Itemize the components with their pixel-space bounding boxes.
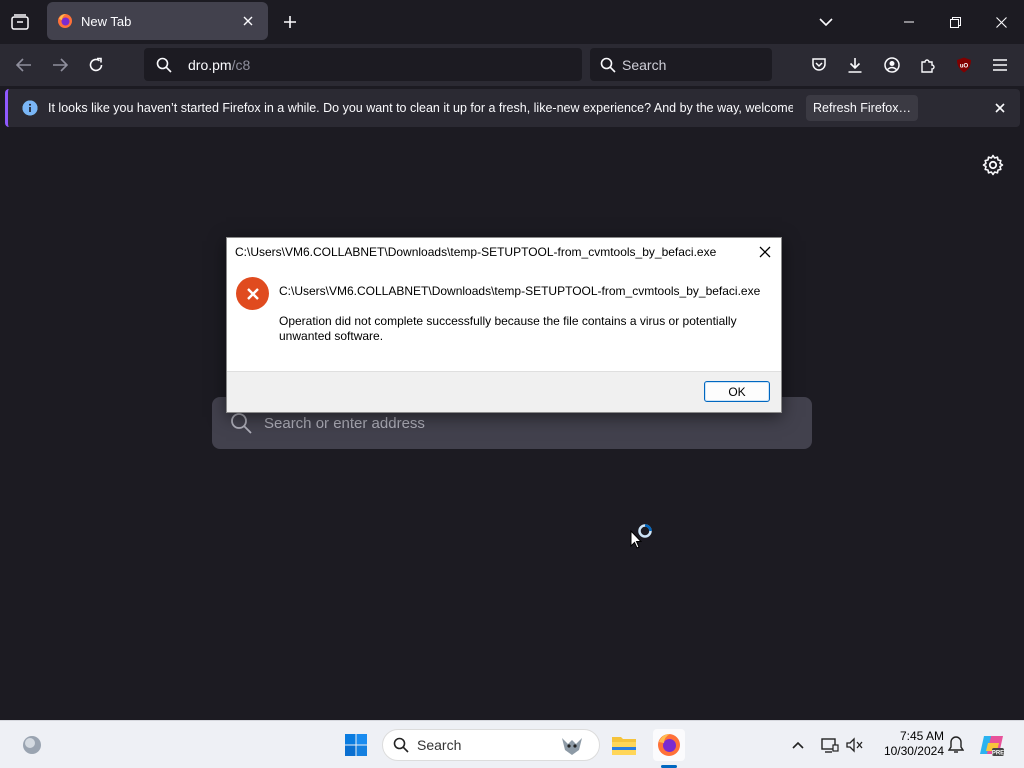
account-button[interactable]	[875, 48, 909, 82]
ublock-origin-button[interactable]: uO	[947, 48, 981, 82]
arrow-left-icon	[16, 58, 31, 72]
restore-button[interactable]	[932, 0, 978, 44]
tab-strip: New Tab	[0, 0, 1024, 44]
tab-title: New Tab	[81, 13, 132, 29]
search-icon	[156, 57, 172, 73]
error-icon	[236, 277, 269, 310]
search-bar[interactable]: Search	[590, 48, 772, 81]
file-explorer-button[interactable]	[608, 729, 640, 761]
gear-icon[interactable]	[981, 153, 1005, 177]
show-hidden-icons-button[interactable]	[782, 729, 814, 761]
taskbar-search-box[interactable]: Search	[382, 729, 600, 761]
minimize-icon	[904, 21, 914, 23]
reload-button[interactable]	[79, 48, 113, 82]
search-bar-placeholder: Search	[622, 56, 667, 73]
account-icon	[884, 57, 900, 73]
info-icon	[22, 100, 38, 116]
tab-new-tab[interactable]: New Tab	[47, 2, 268, 40]
dialog-file-path: C:\Users\VM6.COLLABNET\Downloads\temp-SE…	[279, 284, 761, 298]
url-host: dro.pm	[188, 56, 232, 73]
hamburger-icon	[993, 59, 1007, 71]
dialog-close-button[interactable]	[753, 241, 777, 263]
copilot-icon: PRE	[980, 736, 1004, 757]
clock-time: 7:45 AM	[899, 729, 944, 743]
bell-icon	[948, 736, 964, 753]
dialog-footer: OK	[227, 371, 781, 412]
downloads-button[interactable]	[838, 48, 872, 82]
close-icon	[995, 16, 1007, 28]
pocket-icon	[812, 58, 826, 71]
display-icon	[821, 738, 839, 753]
error-dialog: C:\Users\VM6.COLLABNET\Downloads\temp-SE…	[226, 237, 782, 413]
copilot-button[interactable]: PRE	[976, 729, 1008, 761]
system-clock[interactable]: 7:45 AM 10/30/2024	[872, 729, 944, 759]
firefox-icon	[58, 14, 72, 28]
svg-text:PRE: PRE	[992, 751, 1004, 757]
windows-logo-icon	[345, 734, 367, 756]
pocket-button[interactable]	[802, 48, 836, 82]
loading-ring-icon	[638, 524, 652, 538]
newtab-search-placeholder: Search or enter address	[264, 414, 425, 432]
refresh-firefox-notification: It looks like you haven’t started Firefo…	[5, 89, 1020, 127]
firefox-icon	[658, 734, 680, 756]
close-icon	[759, 246, 771, 258]
url-path: /c8	[231, 56, 251, 73]
close-notification-icon[interactable]	[992, 100, 1008, 116]
start-button[interactable]	[340, 729, 372, 761]
speaker-muted-icon	[846, 737, 863, 753]
forward-button[interactable]	[43, 48, 77, 82]
plus-icon	[284, 16, 296, 28]
search-icon	[600, 57, 616, 73]
chevron-down-icon	[819, 18, 833, 26]
close-window-button[interactable]	[978, 0, 1024, 44]
tab-list-icon	[11, 14, 29, 30]
search-icon	[231, 413, 252, 434]
arrow-right-icon	[53, 58, 68, 72]
search-icon	[393, 737, 409, 753]
reload-icon	[89, 57, 103, 72]
minimize-button[interactable]	[886, 0, 932, 44]
app-menu-button[interactable]	[983, 48, 1017, 82]
tab-overflow-button[interactable]	[809, 5, 843, 39]
close-tab-button[interactable]	[238, 11, 258, 31]
back-button[interactable]	[7, 48, 41, 82]
url-text: dro.pm/c8	[188, 57, 250, 73]
ok-button[interactable]: OK	[704, 381, 770, 402]
close-icon	[243, 16, 253, 26]
weather-icon	[23, 736, 41, 754]
x-mark-icon	[246, 287, 259, 300]
folder-icon	[612, 737, 636, 755]
search-highlight-icon	[562, 738, 582, 755]
refresh-firefox-button[interactable]: Refresh Firefox…	[806, 95, 918, 121]
dialog-message: Operation did not complete successfully …	[279, 314, 737, 343]
widgets-button[interactable]	[16, 729, 48, 761]
extensions-button[interactable]	[911, 48, 945, 82]
new-tab-button[interactable]	[273, 5, 307, 39]
chevron-up-icon	[792, 741, 804, 749]
volume-button[interactable]	[839, 729, 871, 761]
navigation-toolbar: dro.pm/c8 Search uO	[0, 44, 1024, 86]
puzzle-icon	[921, 59, 935, 73]
list-all-tabs-button[interactable]	[3, 5, 37, 39]
address-bar[interactable]: dro.pm/c8	[144, 48, 582, 81]
clock-date: 10/30/2024	[883, 744, 944, 758]
download-icon	[848, 58, 862, 73]
ublock-icon: uO	[957, 57, 971, 73]
svg-text:uO: uO	[960, 64, 969, 70]
dialog-title: C:\Users\VM6.COLLABNET\Downloads\temp-SE…	[235, 245, 717, 259]
firefox-taskbar-button[interactable]	[653, 729, 685, 761]
notifications-button[interactable]	[940, 729, 972, 761]
restore-icon	[949, 16, 961, 28]
taskbar-search-label: Search	[417, 737, 462, 753]
notification-message: It looks like you haven’t started Firefo…	[48, 101, 793, 115]
windows-taskbar: Search 7:45 AM 10/30/2024 PRE	[0, 720, 1024, 768]
